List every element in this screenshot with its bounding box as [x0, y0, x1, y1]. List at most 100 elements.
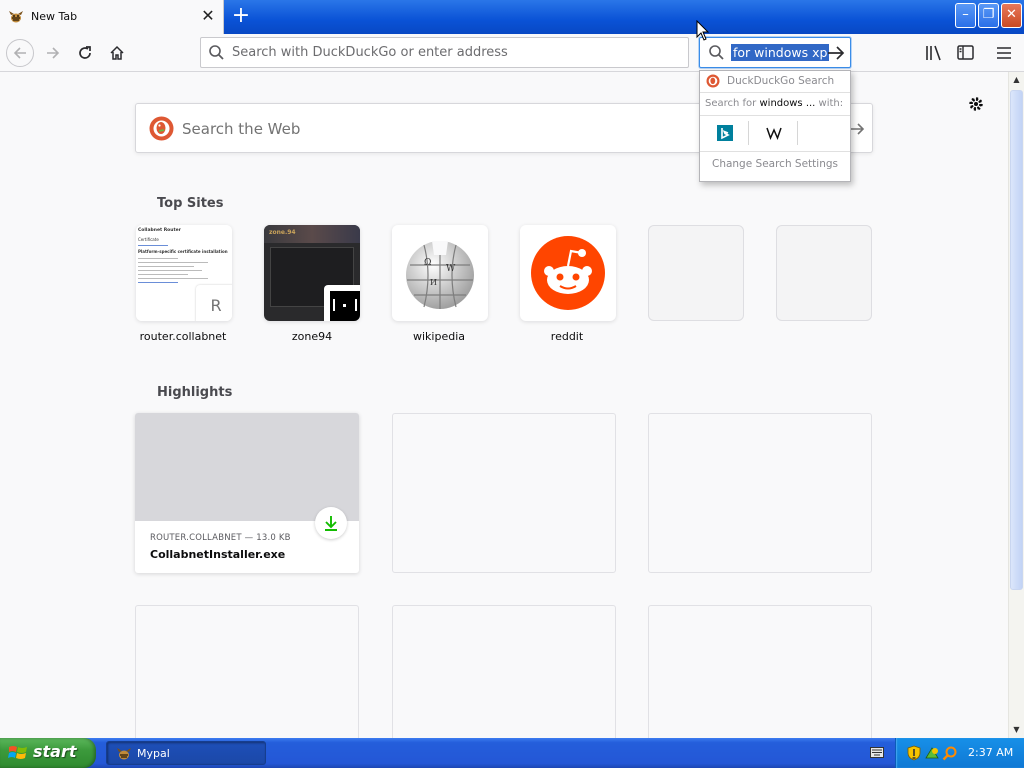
taskbar-item-label: Mypal [137, 747, 170, 760]
home-icon [110, 45, 124, 60]
top-site-wikipedia[interactable]: Ω W И [392, 225, 488, 321]
top-site-label[interactable]: router.collabnet [123, 330, 243, 343]
highlight-card-empty [648, 605, 872, 738]
site-icon-badge [324, 285, 360, 321]
new-tab-button[interactable]: + [229, 4, 253, 28]
search-engine-popup: DuckDuckGo Search Search for windows ...… [699, 70, 851, 182]
search-for-prefix: Search for [705, 98, 757, 109]
top-site-zone94[interactable]: zone.94 [264, 225, 360, 321]
svg-text:Ω: Ω [424, 258, 431, 268]
gear-icon[interactable] [966, 94, 986, 114]
hamburger-menu-icon[interactable] [993, 42, 1015, 64]
duckduckgo-icon [149, 116, 174, 141]
top-site-router-collabnet[interactable]: Collabnet Router Certificate Platform-sp… [136, 225, 232, 321]
pong-paddle-left [333, 299, 335, 311]
scroll-down-arrow-icon[interactable]: ▼ [1009, 722, 1024, 738]
thumbnail-text-line [138, 261, 208, 263]
popup-search-for: Search for windows ... with: [705, 98, 843, 109]
popup-divider [700, 115, 850, 116]
window-minimize-button[interactable]: – [955, 3, 976, 28]
scroll-up-arrow-icon[interactable]: ▲ [1009, 72, 1024, 88]
reddit-icon [531, 236, 605, 310]
highlights-heading: Highlights [157, 385, 233, 400]
search-engine-wikipedia[interactable] [750, 121, 798, 145]
site-letter-badge: R [196, 285, 232, 321]
search-for-query: windows ... [759, 98, 816, 109]
close-tab-icon[interactable]: ✕ [199, 7, 217, 25]
highlight-card-empty [135, 605, 359, 738]
pong-ball [343, 304, 346, 307]
change-search-settings-link[interactable]: Change Search Settings [700, 158, 850, 170]
thumbnail-subheading: Platform-specific certificate installati… [138, 249, 228, 254]
tab-new-tab[interactable]: New Tab ✕ [0, 0, 224, 34]
pong-icon [330, 291, 360, 321]
tab-strip: New Tab ✕ + – ❐ ✕ [0, 0, 1024, 34]
security-shield-icon[interactable] [906, 745, 922, 761]
wikipedia-globe-icon: Ω W И [406, 241, 474, 309]
taskbar-item-mypal[interactable]: Mypal [106, 741, 266, 765]
search-bar[interactable]: for windows xp [699, 37, 851, 68]
web-search-input[interactable] [182, 120, 682, 138]
url-input[interactable] [232, 45, 672, 60]
reload-icon [79, 46, 91, 59]
search-icon [209, 45, 224, 60]
download-icon [325, 516, 337, 531]
new-tab-page: Top Sites Collabnet Router Certificate P… [0, 72, 1008, 738]
scrollbar-thumb[interactable] [1010, 90, 1023, 590]
top-site-label[interactable]: zone94 [252, 330, 372, 343]
bing-icon [716, 125, 733, 141]
vertical-scrollbar[interactable]: ▲ ▼ [1008, 72, 1024, 738]
popup-engine-label: DuckDuckGo Search [727, 75, 835, 87]
pong-paddle-right [355, 299, 357, 311]
top-site-label[interactable]: wikipedia [379, 330, 499, 343]
back-button[interactable] [6, 39, 34, 67]
thumbnail-text-line [138, 273, 188, 275]
arrow-right-icon[interactable] [826, 43, 846, 63]
highlight-title: CollabnetInstaller.exe [150, 548, 286, 561]
search-engine-bing[interactable] [701, 121, 749, 145]
mouse-cursor-icon [696, 20, 710, 41]
windows-logo-icon [8, 746, 27, 759]
top-site-label[interactable]: reddit [507, 330, 627, 343]
sidebar-icon[interactable] [955, 42, 977, 64]
tab-title: New Tab [31, 10, 78, 23]
thumbnail-text-line [138, 257, 178, 259]
duckduckgo-icon [706, 74, 720, 88]
top-site-reddit[interactable] [520, 225, 616, 321]
taskbar: start Mypal 2:37 AM [0, 738, 1024, 768]
thumbnail-heading: Collabnet Router [138, 228, 181, 233]
arrow-right-icon [47, 47, 60, 59]
popup-current-engine[interactable]: DuckDuckGo Search [700, 71, 850, 91]
search-icon [709, 45, 724, 60]
top-sites-heading: Top Sites [157, 196, 224, 211]
search-for-suffix: with: [818, 98, 844, 109]
highlight-meta: ROUTER.COLLABNET — 13.0 KB [150, 533, 291, 543]
search-bar-value[interactable]: for windows xp [731, 44, 830, 61]
search-tray-icon[interactable] [942, 745, 958, 761]
window-maximize-button[interactable]: ❐ [978, 3, 999, 28]
highlight-card-download[interactable]: ROUTER.COLLABNET — 13.0 KB CollabnetInst… [135, 413, 359, 573]
highlight-card-empty [648, 413, 872, 573]
start-label: start [33, 742, 77, 761]
start-button[interactable]: start [0, 738, 96, 768]
window-close-button[interactable]: ✕ [1001, 3, 1022, 28]
forward-button[interactable] [39, 39, 67, 67]
system-clock: 2:37 AM [968, 746, 1014, 759]
url-bar[interactable] [200, 37, 689, 68]
home-button[interactable] [103, 39, 131, 67]
mypal-icon [117, 748, 131, 760]
library-icon[interactable] [922, 42, 946, 64]
wikipedia-w-icon [765, 127, 782, 141]
network-icon[interactable] [924, 745, 940, 761]
keyboard-icon[interactable] [870, 747, 884, 758]
thumbnail-text-line [138, 265, 194, 267]
top-site-empty [648, 225, 744, 321]
highlight-preview [135, 413, 359, 521]
thumbnail-section: Certificate [138, 236, 159, 242]
reload-button[interactable] [71, 39, 99, 67]
popup-divider [700, 92, 850, 93]
popup-divider [700, 151, 850, 152]
highlight-card-empty [392, 413, 616, 573]
thumbnail-link-line [138, 245, 168, 246]
thumbnail-text-line [138, 277, 208, 279]
